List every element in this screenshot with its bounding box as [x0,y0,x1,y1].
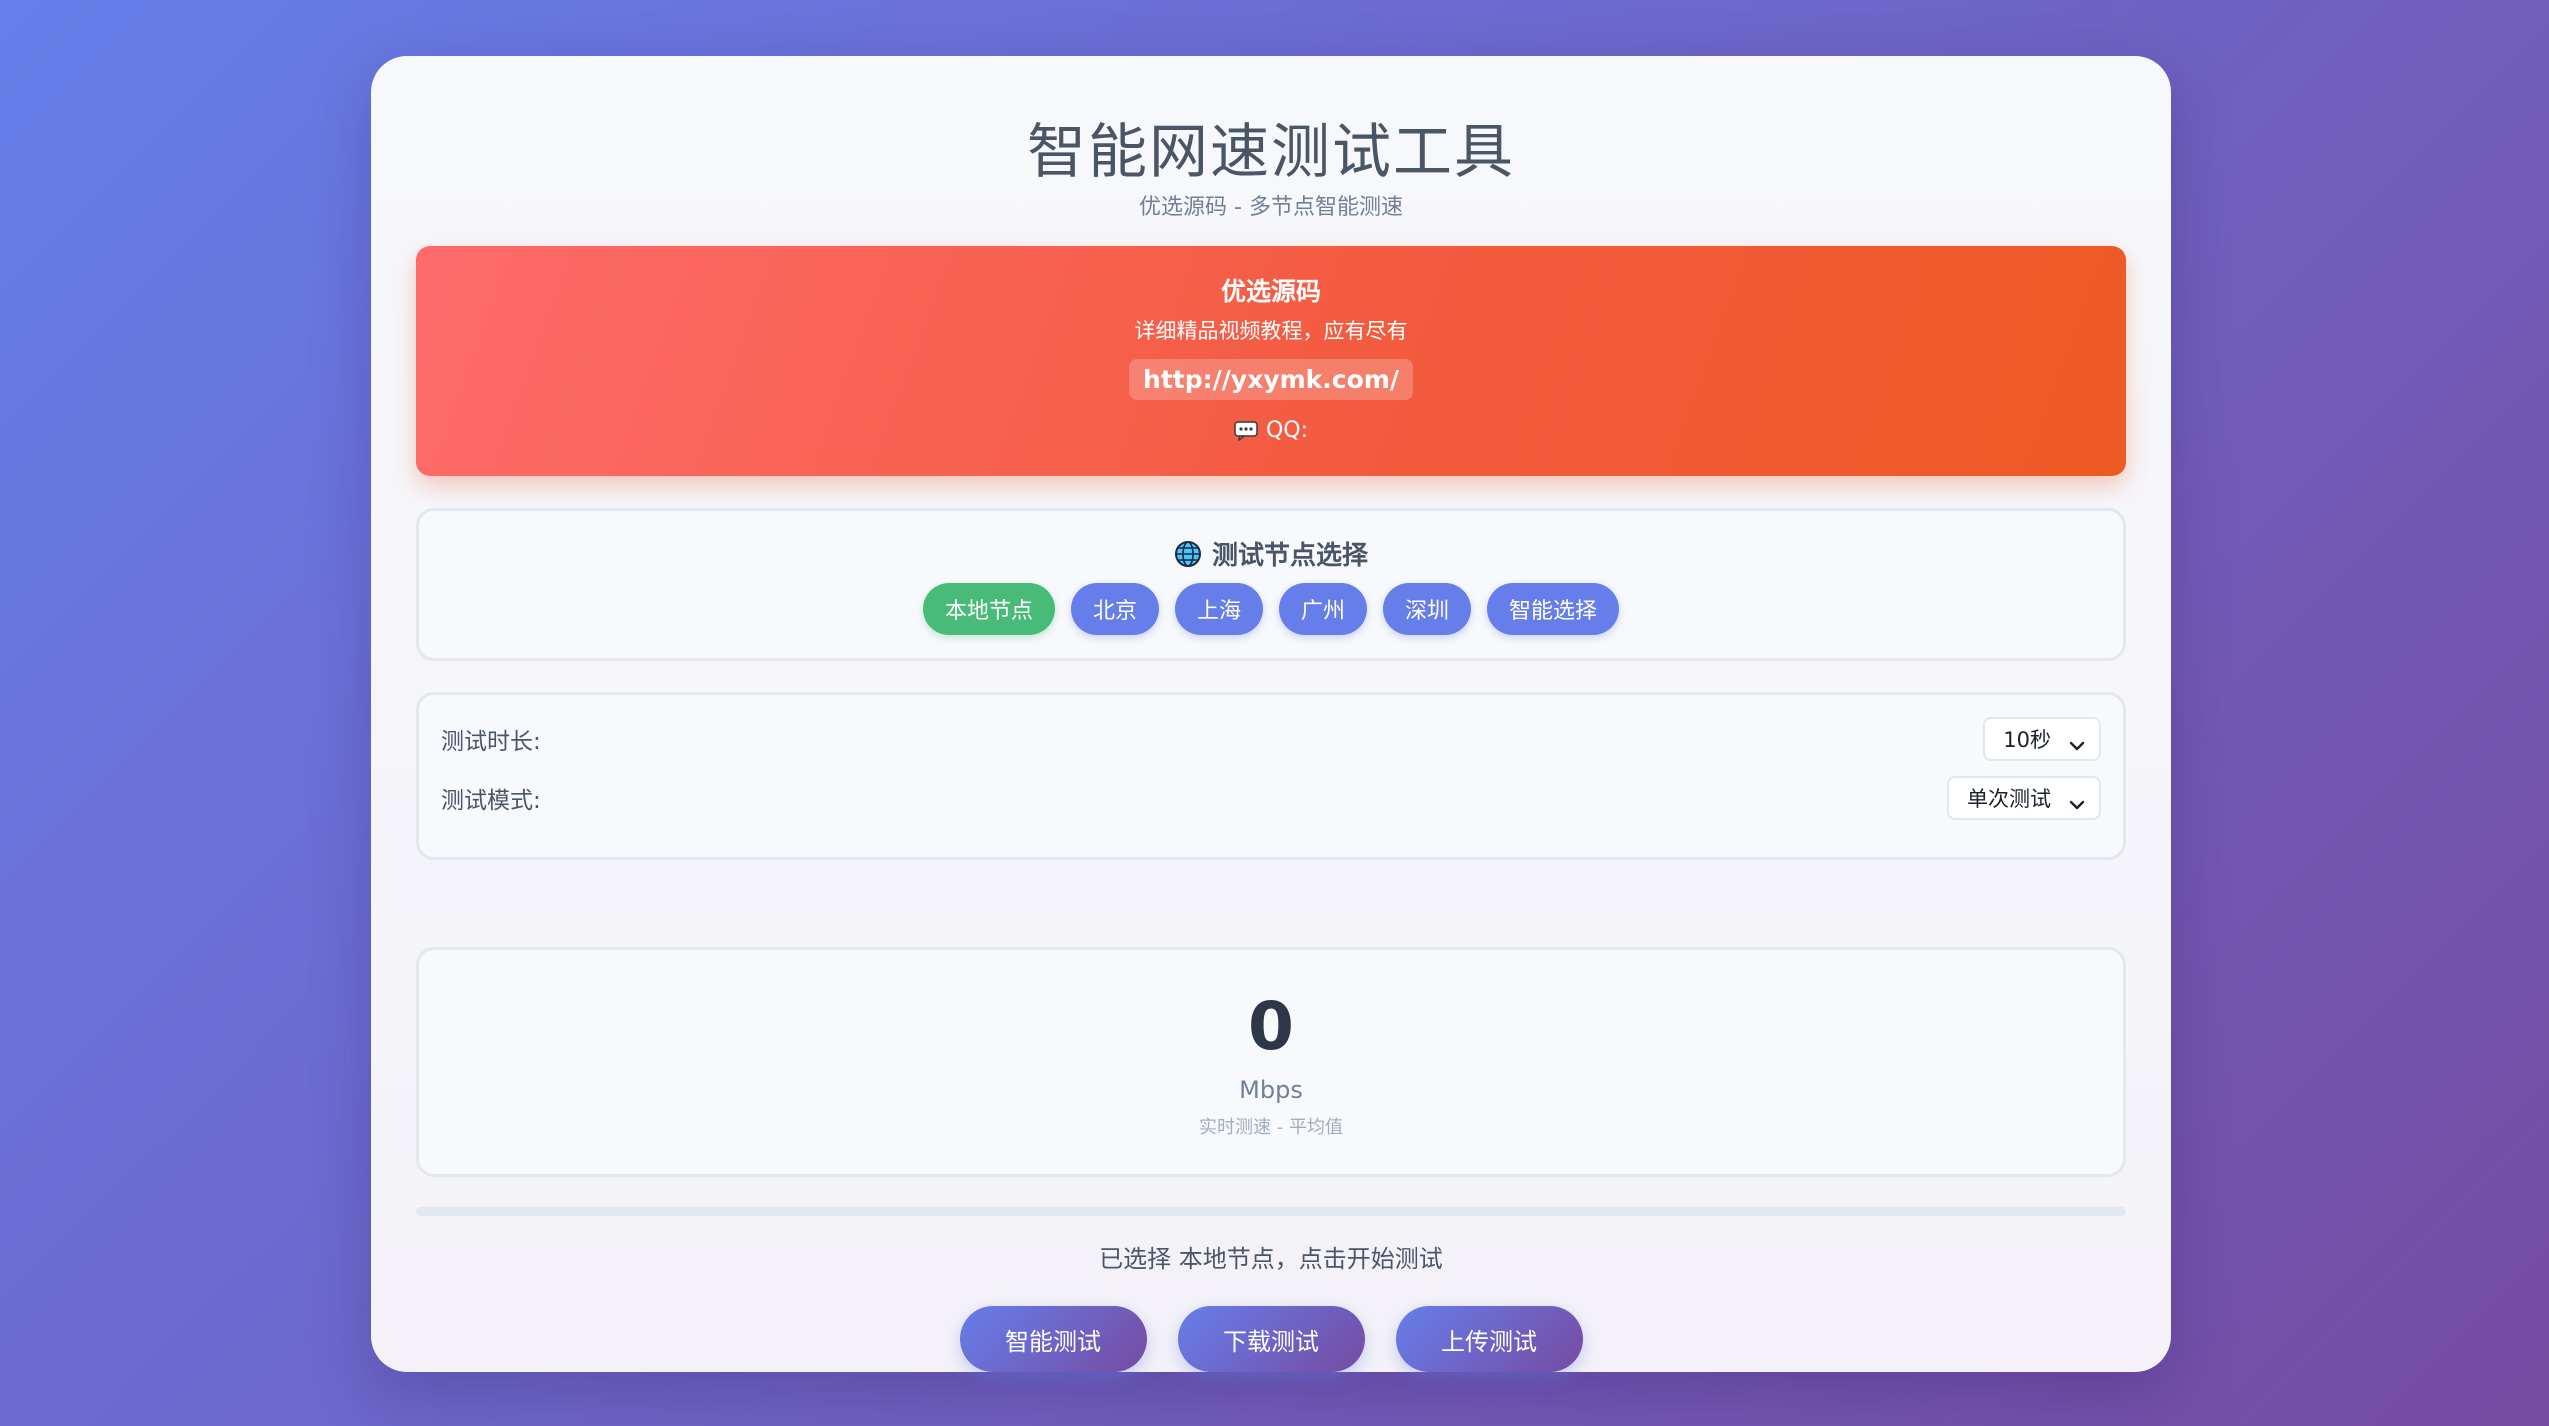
node-button-smart[interactable]: 智能选择 [1487,583,1620,635]
node-button-shenzhen[interactable]: 深圳 [1383,583,1472,635]
upload-test-button[interactable]: 上传测试 [1395,1306,1583,1372]
speech-balloon-icon [1234,420,1258,441]
node-selection-title: 测试节点选择 [419,535,2123,572]
chevron-down-icon [2069,733,2085,751]
test-settings-panel: 测试时长: 10秒 测试模式: 单次测试 [416,692,2126,860]
speed-note: 实时测速 - 平均值 [1199,1117,1343,1138]
promo-title: 优选源码 [1220,277,1321,306]
duration-row: 测试时长: 10秒 [441,717,2101,761]
qq-label: QQ: [1265,418,1309,443]
mode-select[interactable]: 单次测试 [1947,776,2101,820]
mode-row: 测试模式: 单次测试 [441,776,2101,820]
node-button-group: 本地节点 北京 上海 广州 深圳 智能选择 [419,583,2123,635]
mode-label: 测试模式: [441,788,541,814]
smart-test-button[interactable]: 智能测试 [959,1306,1147,1372]
download-test-button[interactable]: 下载测试 [1177,1306,1365,1372]
status-text: 已选择 本地节点，点击开始测试 [1099,1245,1443,1273]
promo-banner: 优选源码 详细精品视频教程，应有尽有 http://yxymk.com/ QQ: [416,246,2126,476]
promo-link[interactable]: http://yxymk.com/ [1129,359,1413,400]
node-button-local[interactable]: 本地节点 [922,583,1055,635]
speed-unit: Mbps [1239,1076,1303,1104]
node-button-beijing[interactable]: 北京 [1070,583,1159,635]
promo-description: 详细精品视频教程，应有尽有 [1134,319,1408,343]
duration-select-value: 10秒 [2003,728,2051,752]
chevron-down-icon [2069,792,2085,810]
duration-label: 测试时长: [441,729,541,755]
node-selection-label: 测试节点选择 [1211,541,1368,571]
speed-value: 0 [1248,988,1294,1065]
page-subtitle: 优选源码 - 多节点智能测速 [1139,195,1403,220]
duration-select[interactable]: 10秒 [1983,717,2101,761]
node-button-shanghai[interactable]: 上海 [1174,583,1263,635]
globe-icon [1174,540,1202,568]
node-button-guangzhou[interactable]: 广州 [1279,583,1368,635]
speed-test-card: 智能网速测试工具 优选源码 - 多节点智能测速 优选源码 详细精品视频教程，应有… [371,56,2171,1372]
node-selection-panel: 测试节点选择 本地节点 北京 上海 广州 深圳 智能选择 [416,508,2126,661]
page-title: 智能网速测试工具 [1026,117,1515,186]
action-button-group: 智能测试 下载测试 上传测试 [371,1306,2171,1372]
promo-qq: QQ: [416,418,2126,443]
mode-select-value: 单次测试 [1967,787,2051,811]
speed-display-panel: 0 Mbps 实时测速 - 平均值 [416,947,2126,1177]
progress-bar [416,1207,2126,1216]
